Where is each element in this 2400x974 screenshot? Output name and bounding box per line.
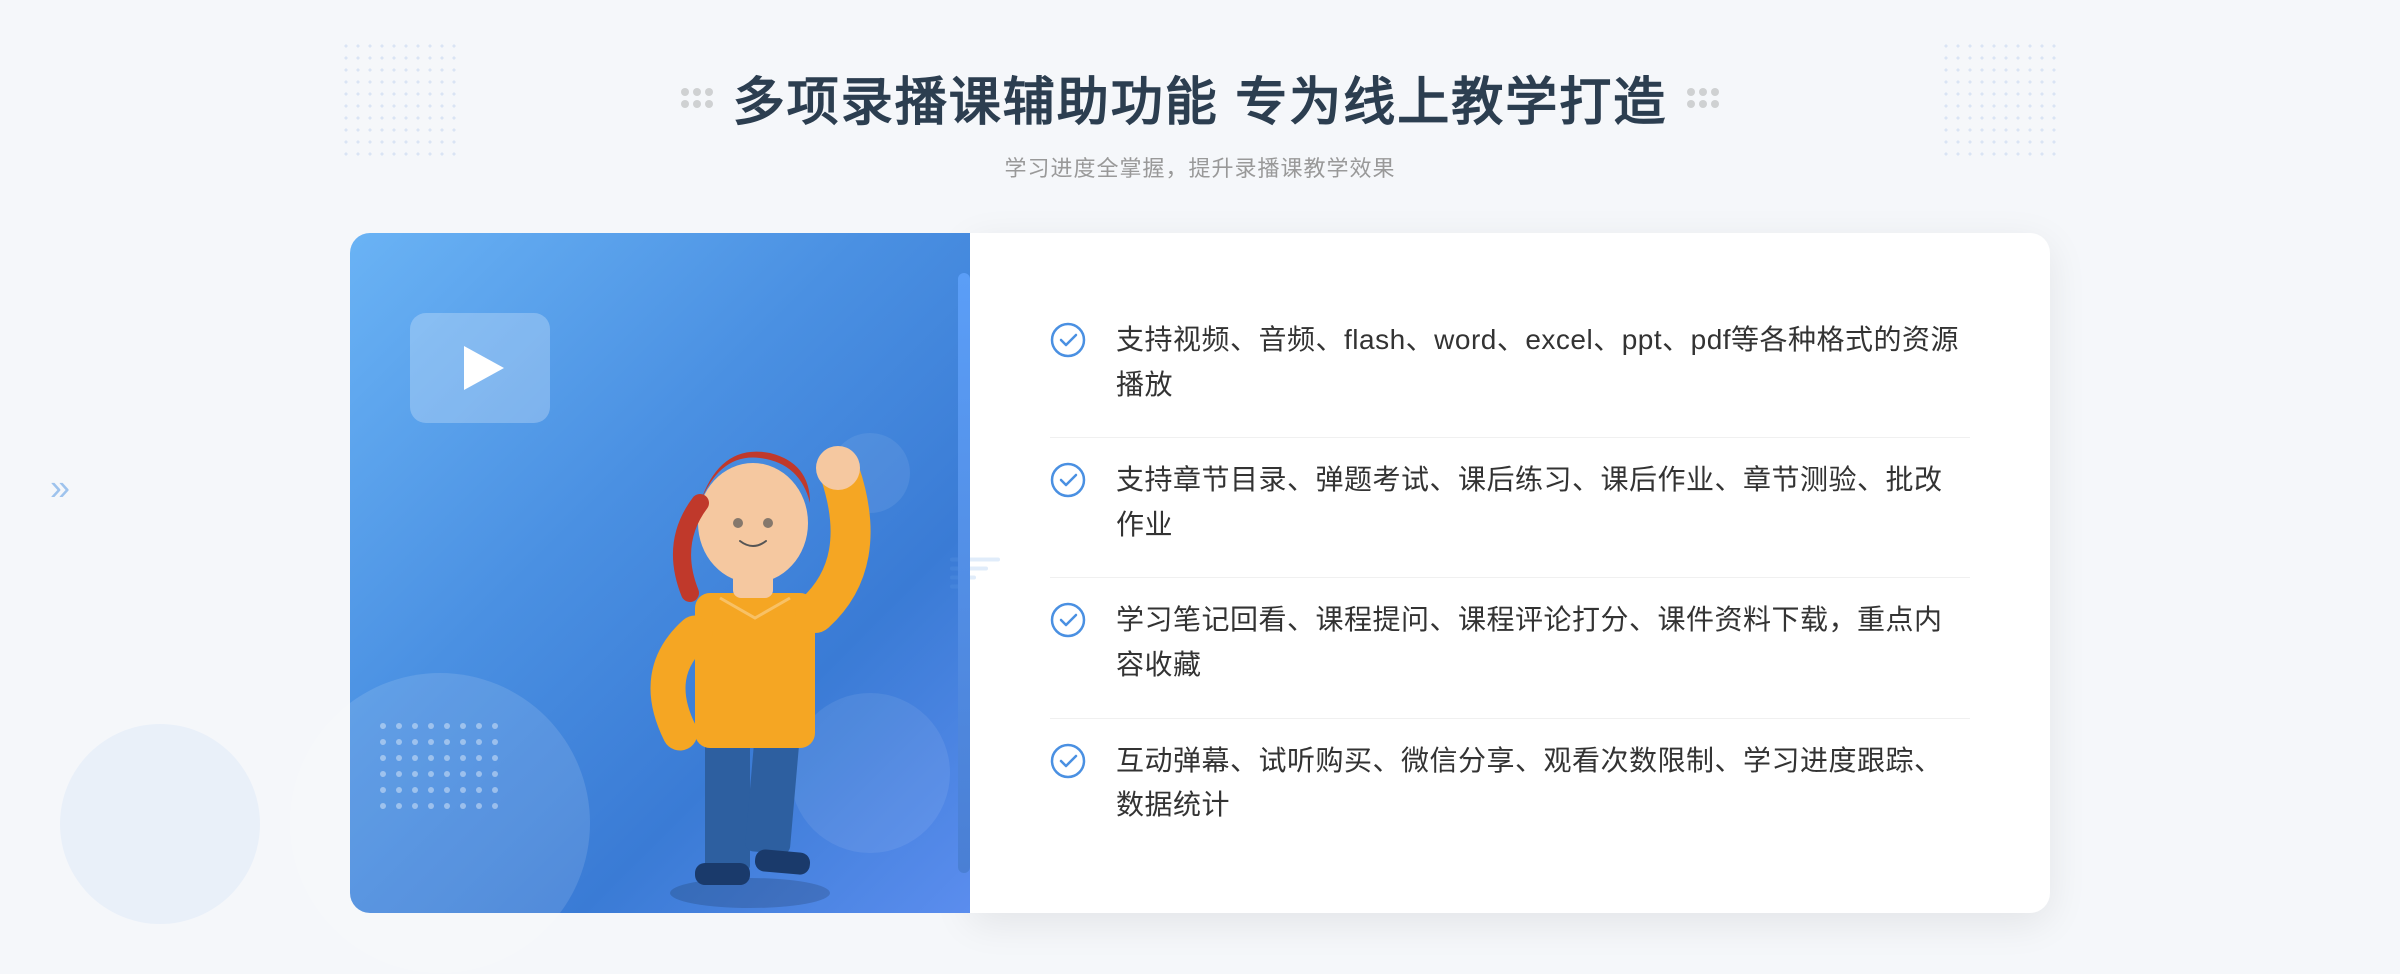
play-bubble: [410, 313, 550, 423]
page-title: 多项录播课辅助功能 专为线上教学打造: [733, 60, 1667, 135]
feature-item-4: 互动弹幕、试听购买、微信分享、观看次数限制、学习进度跟踪、数据统计: [1050, 718, 1970, 849]
illustration-bg: [350, 233, 970, 913]
bg-dot-pattern-left: [340, 40, 460, 160]
bg-dot-pattern-right: [1940, 40, 2060, 160]
deco-circle-large: [290, 673, 590, 973]
chevron-right-icon: »: [50, 465, 70, 508]
play-icon: [464, 346, 504, 390]
decorator-dots-right: [1687, 88, 1719, 108]
person-illustration: [600, 393, 900, 913]
bg-circle-bottom-left: [60, 724, 260, 924]
check-icon-1: [1050, 322, 1086, 358]
page-wrapper: » 多项录播课辅助功能 专为线上教学打造 学习进度全掌握，提升录播课教学效果: [0, 0, 2400, 974]
decorator-dots-left: [681, 88, 713, 108]
feature-text-1: 支持视频、音频、flash、word、excel、ppt、pdf等各种格式的资源…: [1116, 318, 1970, 408]
page-subtitle: 学习进度全掌握，提升录播课教学效果: [681, 151, 1719, 183]
accent-bar: [958, 273, 970, 873]
illustration-panel: [350, 233, 970, 913]
feature-item-1: 支持视频、音频、flash、word、excel、ppt、pdf等各种格式的资源…: [1050, 298, 1970, 428]
check-icon-4: [1050, 743, 1086, 779]
header-decorators: 多项录播课辅助功能 专为线上教学打造: [681, 60, 1719, 135]
far-left-decoration: »: [50, 465, 70, 508]
check-icon-2: [1050, 462, 1086, 498]
feature-item-2: 支持章节目录、弹题考试、课后练习、课后作业、章节测验、批改作业: [1050, 437, 1970, 568]
feature-text-4: 互动弹幕、试听购买、微信分享、观看次数限制、学习进度跟踪、数据统计: [1116, 739, 1970, 829]
dot-grid-illustration: [380, 723, 502, 813]
feature-text-2: 支持章节目录、弹题考试、课后练习、课后作业、章节测验、批改作业: [1116, 458, 1970, 548]
content-area: 支持视频、音频、flash、word、excel、ppt、pdf等各种格式的资源…: [350, 233, 2050, 913]
features-panel: 支持视频、音频、flash、word、excel、ppt、pdf等各种格式的资源…: [970, 233, 2050, 913]
feature-item-3: 学习笔记回看、课程提问、课程评论打分、课件资料下载，重点内容收藏: [1050, 577, 1970, 708]
header-section: 多项录播课辅助功能 专为线上教学打造 学习进度全掌握，提升录播课教学效果: [681, 60, 1719, 183]
feature-text-3: 学习笔记回看、课程提问、课程评论打分、课件资料下载，重点内容收藏: [1116, 598, 1970, 688]
check-icon-3: [1050, 602, 1086, 638]
